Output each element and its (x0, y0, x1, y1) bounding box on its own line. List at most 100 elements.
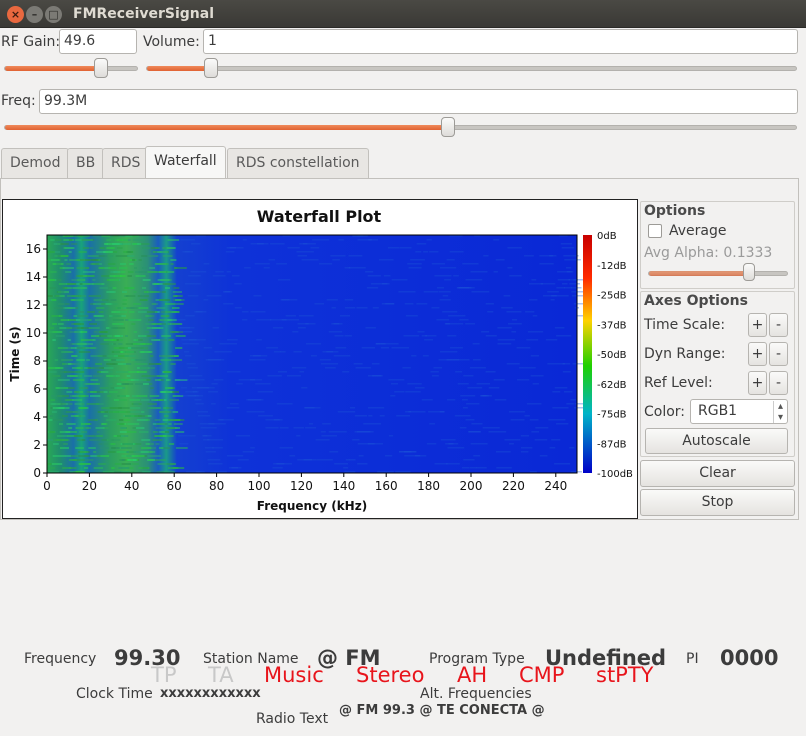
waterfall-cell (88, 447, 96, 449)
waterfall-cell (133, 339, 139, 341)
waterfall-cell (526, 403, 542, 405)
waterfall-cell (73, 371, 85, 373)
waterfall-cell (86, 403, 100, 405)
waterfall-cell (463, 459, 475, 461)
waterfall-cell (354, 431, 371, 433)
rf-gain-field[interactable]: 49.6 (59, 29, 137, 54)
waterfall-cell (465, 323, 475, 325)
waterfall-cell (573, 279, 584, 281)
color-select-value: RGB1 (698, 403, 738, 419)
waterfall-cell (556, 423, 569, 425)
waterfall-cell (148, 255, 159, 257)
waterfall-cell (157, 251, 168, 253)
radio-text-label: Radio Text (256, 711, 329, 727)
waterfall-cell (52, 339, 56, 341)
y-tick-label: 14 (26, 270, 41, 284)
waterfall-cell (71, 279, 85, 281)
minimize-window-icon[interactable]: – (26, 6, 43, 23)
waterfall-cell (405, 391, 421, 393)
waterfall-cell (180, 239, 195, 241)
flag-ah: AH (457, 663, 488, 687)
waterfall-cell (301, 387, 308, 389)
waterfall-cell (517, 379, 530, 381)
waterfall-cell (157, 279, 170, 281)
waterfall-cell (160, 315, 169, 317)
dyn-range-plus-button[interactable]: + (748, 342, 767, 366)
waterfall-cell (127, 423, 140, 425)
window-titlebar: × – □ FMReceiverSignal (0, 0, 806, 28)
waterfall-cell (125, 351, 134, 353)
waterfall-cell (156, 263, 169, 265)
waterfall-cell (186, 363, 196, 365)
dyn-range-minus-button[interactable]: - (769, 342, 788, 366)
waterfall-cell (256, 319, 272, 321)
time-scale-plus-button[interactable]: + (748, 313, 767, 337)
freq-slider[interactable] (4, 125, 797, 130)
colorbar-tick-label: -25dB (597, 291, 627, 302)
waterfall-cell (440, 351, 458, 353)
tab-bb[interactable]: BB (67, 148, 105, 178)
waterfall-cell (133, 303, 142, 305)
freq-slider-handle[interactable] (441, 117, 455, 137)
waterfall-cell (49, 327, 55, 329)
waterfall-cell (151, 323, 162, 325)
waterfall-cell (172, 295, 178, 297)
waterfall-cell (103, 443, 111, 445)
tab-rds[interactable]: RDS (102, 148, 150, 178)
clear-button[interactable]: Clear (640, 460, 795, 487)
tab-rds-constellation[interactable]: RDS constellation (227, 148, 369, 178)
close-window-icon[interactable]: × (7, 6, 24, 23)
waterfall-cell (439, 411, 445, 413)
waterfall-cell (562, 283, 568, 285)
waterfall-cell (235, 435, 250, 437)
waterfall-cell (47, 467, 56, 469)
time-scale-minus-button[interactable]: - (769, 313, 788, 337)
waterfall-cell (293, 351, 302, 353)
waterfall-cell (319, 359, 331, 361)
waterfall-cell (109, 327, 118, 329)
time-scale-label: Time Scale: (644, 317, 726, 333)
volume-slider-handle[interactable] (204, 58, 218, 78)
waterfall-cell (242, 239, 247, 241)
waterfall-cell (87, 311, 95, 313)
waterfall-cell (468, 431, 481, 433)
volume-field[interactable]: 1 (203, 29, 798, 54)
waterfall-cell (150, 291, 161, 293)
tab-waterfall[interactable]: Waterfall (145, 146, 226, 179)
average-checkbox[interactable] (648, 224, 662, 238)
rf-gain-slider-handle[interactable] (94, 58, 108, 78)
waterfall-cell (189, 375, 203, 377)
tab-demod[interactable]: Demod (1, 148, 70, 178)
ref-level-plus-button[interactable]: + (748, 371, 767, 395)
waterfall-cell (132, 239, 145, 241)
stop-button[interactable]: Stop (640, 489, 795, 516)
waterfall-cell (58, 303, 65, 305)
waterfall-cell (292, 331, 299, 333)
waterfall-cell (49, 287, 56, 289)
waterfall-cell (462, 399, 468, 401)
avg-alpha-slider-handle[interactable] (743, 263, 755, 281)
rf-gain-slider[interactable] (4, 66, 138, 71)
volume-slider[interactable] (146, 66, 797, 71)
autoscale-button[interactable]: Autoscale (645, 428, 788, 454)
waterfall-cell (100, 447, 109, 449)
color-select[interactable]: RGB1 ▴ ▾ (690, 399, 788, 424)
waterfall-cell (289, 455, 296, 457)
waterfall-cell (226, 371, 241, 373)
waterfall-cell (310, 355, 317, 357)
waterfall-cell (168, 339, 175, 341)
maximize-window-icon[interactable]: □ (45, 6, 62, 23)
waterfall-cell (434, 275, 452, 277)
avg-alpha-slider[interactable] (648, 271, 788, 276)
waterfall-cell (207, 439, 224, 441)
waterfall-cell (77, 315, 89, 317)
waterfall-cell (157, 463, 167, 465)
waterfall-cell (79, 295, 87, 297)
waterfall-cell (385, 455, 393, 457)
waterfall-cell (453, 275, 459, 277)
ref-level-minus-button[interactable]: - (769, 371, 788, 395)
waterfall-cell (167, 271, 175, 273)
freq-field[interactable]: 99.3M (39, 89, 798, 114)
waterfall-cell (101, 283, 105, 285)
waterfall-cell (152, 327, 164, 329)
